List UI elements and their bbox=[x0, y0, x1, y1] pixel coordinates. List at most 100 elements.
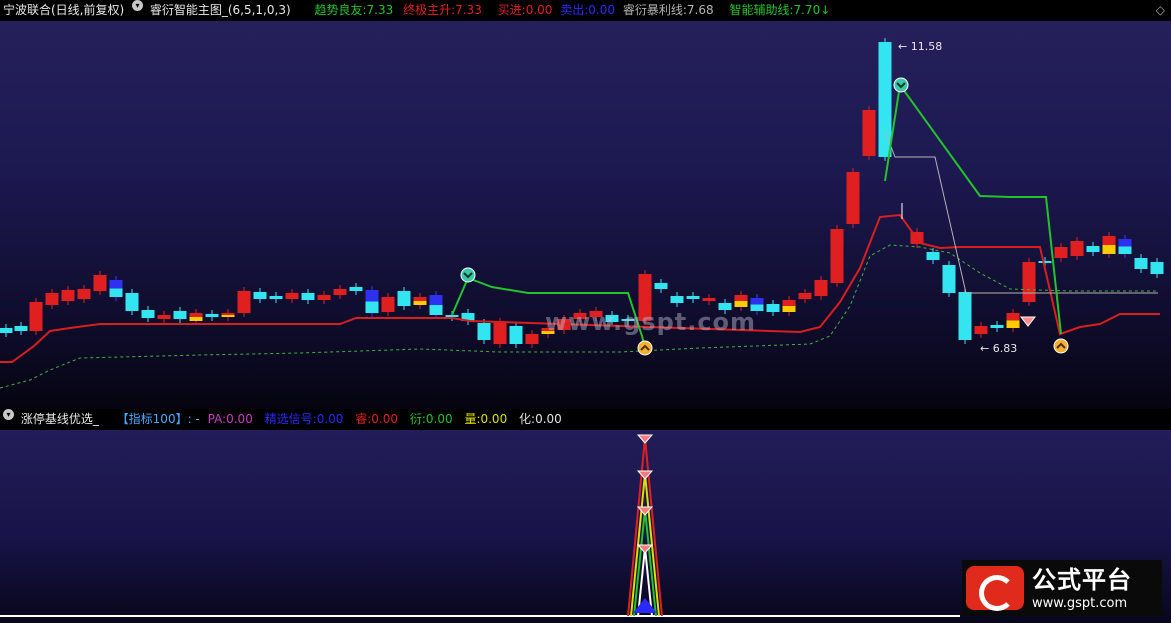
candle-lower bbox=[189, 317, 203, 321]
candle bbox=[702, 298, 716, 301]
candle bbox=[157, 315, 171, 319]
logo-title: 公式平台 bbox=[1032, 566, 1132, 594]
sub-legend-volume: 量:0.00 bbox=[464, 412, 508, 426]
gem-icon bbox=[636, 434, 654, 444]
candle bbox=[974, 326, 988, 334]
legend-trend-good: 趋势良友:7.33 bbox=[314, 3, 394, 17]
candle bbox=[654, 283, 668, 289]
candle bbox=[237, 291, 251, 313]
main-chart-header: 宁波联合(日线,前复权) ▾ 睿衍智能主图_(6,5,1,0,3) 趋势良友:7… bbox=[0, 0, 1171, 21]
candle-lower bbox=[221, 315, 235, 317]
sub-legend-hua: 化:0.00 bbox=[519, 412, 562, 426]
signal-marker-icon bbox=[893, 77, 909, 93]
candle bbox=[317, 295, 331, 300]
indicator-menu-icon[interactable]: ▾ bbox=[132, 0, 144, 11]
candle bbox=[93, 275, 107, 291]
candle bbox=[141, 310, 155, 318]
watermark: www.gspt.com bbox=[545, 308, 757, 336]
sub-indicator-title: 【指标100】: - bbox=[116, 412, 200, 426]
candle-lower bbox=[429, 305, 443, 315]
main-indicator-name[interactable]: 睿衍智能主图_(6,5,1,0,3) bbox=[150, 0, 291, 21]
candle-lower bbox=[413, 301, 427, 305]
candle bbox=[846, 172, 860, 224]
candle bbox=[301, 293, 315, 300]
low-price-label: ← 6.83 bbox=[980, 342, 1017, 355]
sub-legend-signal: 精选信号:0.00 bbox=[264, 412, 344, 426]
site-logo: 公式平台 www.gspt.com bbox=[962, 560, 1162, 616]
candle bbox=[958, 292, 972, 340]
sub-indicator-name[interactable]: 涨停基线优选_ bbox=[21, 409, 99, 430]
legend-buy: 买进:0.00 bbox=[497, 3, 553, 17]
candle bbox=[493, 322, 507, 344]
candle bbox=[926, 252, 940, 260]
candle bbox=[333, 289, 347, 295]
sub-legend-yan: 衍:0.00 bbox=[409, 412, 453, 426]
candle bbox=[990, 325, 1004, 328]
candle bbox=[397, 291, 411, 306]
legend-profit-line: 睿衍暴利线:7.68 bbox=[622, 3, 714, 17]
candle bbox=[14, 326, 28, 331]
candle bbox=[45, 293, 59, 305]
candles bbox=[0, 38, 1164, 348]
main-chart: ← 11.58 ← 6.83 bbox=[0, 38, 1164, 389]
candle bbox=[1054, 247, 1068, 258]
candle-lower bbox=[109, 288, 123, 297]
candle bbox=[0, 328, 13, 333]
buy-marker-icon bbox=[637, 340, 653, 356]
candle bbox=[670, 296, 684, 303]
candle bbox=[125, 293, 139, 311]
sub-legend-rui: 睿:0.00 bbox=[355, 412, 399, 426]
high-price-label: ← 11.58 bbox=[898, 40, 942, 53]
candle bbox=[1134, 258, 1148, 269]
candle bbox=[285, 293, 299, 299]
candle bbox=[686, 296, 700, 299]
candle-lower bbox=[734, 301, 748, 307]
candle bbox=[1086, 246, 1100, 252]
candle bbox=[509, 326, 523, 344]
signal-marker-icon bbox=[460, 267, 476, 283]
candle-lower bbox=[1006, 320, 1020, 328]
candle bbox=[173, 311, 187, 319]
candle bbox=[1150, 262, 1164, 274]
legend-sell: 卖出:0.00 bbox=[560, 3, 616, 17]
candle bbox=[862, 110, 876, 156]
candle bbox=[477, 323, 491, 340]
sub-indicator-menu-icon[interactable]: ▾ bbox=[3, 409, 14, 420]
logo-mark-icon bbox=[966, 566, 1024, 611]
candle bbox=[381, 297, 395, 312]
candle-lower bbox=[1102, 245, 1116, 254]
candle bbox=[525, 334, 539, 344]
candle bbox=[61, 290, 75, 301]
candle bbox=[1070, 241, 1084, 256]
candle bbox=[1022, 262, 1036, 302]
candle bbox=[349, 287, 363, 291]
main-chart-pane[interactable]: ← 11.58 ← 6.83 www.gspt.com bbox=[0, 21, 1171, 409]
candle bbox=[269, 296, 283, 299]
candle bbox=[205, 314, 219, 317]
candle bbox=[942, 265, 956, 293]
candle-lower bbox=[365, 301, 379, 313]
candle bbox=[766, 304, 780, 312]
sub-chart-header: ▾ 涨停基线优选_ 【指标100】: - PA:0.00 精选信号:0.00 睿… bbox=[0, 409, 1171, 430]
candle bbox=[29, 302, 43, 331]
candle-lower bbox=[1118, 246, 1132, 254]
candle bbox=[814, 280, 828, 296]
candle bbox=[77, 289, 91, 299]
down-arrow-icon: ↓ bbox=[820, 3, 831, 17]
candle bbox=[798, 293, 812, 299]
logo-url: www.gspt.com bbox=[1032, 596, 1128, 611]
buy-marker-icon bbox=[1053, 338, 1069, 354]
gem-icon bbox=[636, 470, 654, 480]
sub-legend-pa: PA:0.00 bbox=[207, 412, 253, 426]
diamond-icon[interactable]: ◇ bbox=[1156, 0, 1165, 21]
candle bbox=[445, 315, 459, 317]
stock-title: 宁波联合(日线,前复权) bbox=[3, 3, 125, 17]
legend-assist-line: 智能辅助线:7.70↓ bbox=[729, 0, 830, 21]
candle-lower bbox=[782, 306, 796, 312]
support-line bbox=[0, 213, 1160, 363]
candle bbox=[878, 42, 892, 157]
profit-line bbox=[884, 130, 1158, 294]
candle bbox=[830, 229, 844, 283]
candle bbox=[1038, 261, 1052, 263]
gem-icon bbox=[1019, 316, 1037, 327]
